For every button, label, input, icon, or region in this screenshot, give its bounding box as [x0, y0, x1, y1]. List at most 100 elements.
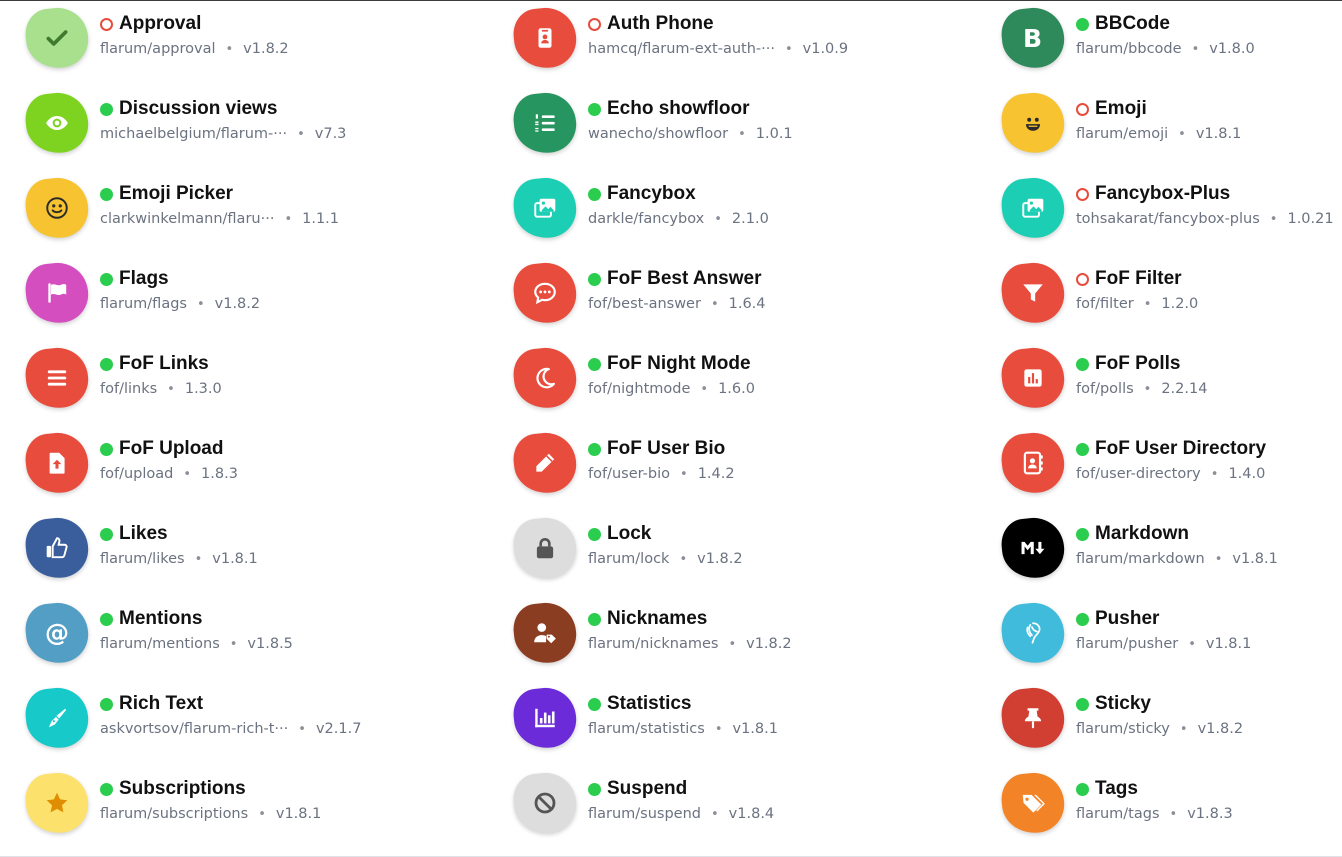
- extension-item[interactable]: Markdown flarum/markdown • v1.8.1: [976, 512, 1342, 582]
- extension-package: hamcq/flarum-ext-auth-···: [588, 41, 775, 57]
- extension-package: flarum/sticky: [1076, 721, 1170, 737]
- extension-item[interactable]: Suspend flarum/suspend • v1.8.4: [488, 767, 948, 837]
- separator-dot: •: [297, 126, 305, 142]
- at-icon: @: [23, 599, 91, 667]
- extension-title: Subscriptions: [119, 778, 246, 799]
- extension-version: v1.8.2: [243, 41, 289, 57]
- extension-item[interactable]: Lock flarum/lock • v1.8.2: [488, 512, 948, 582]
- separator-dot: •: [1214, 551, 1223, 567]
- extension-meta: fof/nightmode • 1.6.0: [588, 381, 755, 397]
- extension-meta: flarum/nicknames • v1.8.2: [588, 636, 792, 652]
- extension-item[interactable]: Echo showfloor wanecho/showfloor • 1.0.1: [488, 87, 948, 157]
- extension-package: flarum/tags: [1076, 806, 1160, 822]
- status-enabled-indicator: [588, 698, 601, 711]
- extension-item[interactable]: Statistics flarum/statistics • v1.8.1: [488, 682, 948, 752]
- separator-dot: •: [167, 381, 175, 397]
- status-enabled-indicator: [100, 443, 113, 456]
- extension-package: fof/user-bio: [588, 466, 671, 482]
- extension-meta: fof/polls • 2.2.14: [1076, 381, 1207, 397]
- extension-item[interactable]: Subscriptions flarum/subscriptions • v1.8.1: [0, 767, 460, 837]
- extension-version: 1.4.2: [697, 466, 735, 482]
- extension-item[interactable]: FoF Links fof/links • 1.3.0: [0, 342, 460, 412]
- extension-version: 1.0.1: [755, 126, 793, 142]
- extension-title: Likes: [119, 523, 168, 544]
- separator-dot: •: [1143, 381, 1152, 397]
- extension-meta: fof/filter • 1.2.0: [1076, 296, 1198, 312]
- extension-package: flarum/markdown: [1076, 551, 1205, 567]
- bold-icon: B: [999, 4, 1067, 72]
- extension-meta: clarkwinkelmann/flaru··· • 1.1.1: [100, 211, 339, 227]
- extension-package: fof/nightmode: [588, 381, 691, 397]
- extension-item[interactable]: FoF Filter fof/filter • 1.2.0: [976, 257, 1342, 327]
- separator-dot: •: [225, 41, 234, 57]
- thumbs-up-icon: [23, 514, 91, 582]
- extension-item[interactable]: Fancybox-Plus tohsakarat/fancybox-plus • 1.…: [976, 172, 1342, 242]
- extension-version: v1.8.3: [1187, 806, 1233, 822]
- extension-item[interactable]: B BBCode flarum/bbcode • v1.8.0: [976, 2, 1342, 72]
- separator-dot: •: [194, 551, 203, 567]
- status-disabled-indicator: [100, 18, 113, 31]
- extension-title: Lock: [607, 523, 652, 544]
- separator-dot: •: [784, 41, 793, 57]
- bars-icon: [23, 344, 91, 412]
- extension-meta: flarum/sticky • v1.8.2: [1076, 721, 1243, 737]
- extension-item[interactable]: Approval flarum/approval • v1.8.2: [0, 2, 460, 72]
- images-icon: [999, 174, 1067, 242]
- extension-meta: wanecho/showfloor • 1.0.1: [588, 126, 793, 142]
- status-disabled-indicator: [1076, 188, 1089, 201]
- extension-package: tohsakarat/fancybox-plus: [1076, 211, 1260, 227]
- extension-item[interactable]: Emoji flarum/emoji • v1.8.1: [976, 87, 1342, 157]
- filter-icon: [999, 259, 1067, 327]
- extension-item[interactable]: FoF Upload fof/upload • 1.8.3: [0, 427, 460, 497]
- extension-meta: flarum/suspend • v1.8.4: [588, 806, 774, 822]
- extension-item[interactable]: Sticky flarum/sticky • v1.8.2: [976, 682, 1342, 752]
- status-enabled-indicator: [100, 698, 113, 711]
- separator-dot: •: [700, 381, 709, 397]
- tags-icon: [999, 769, 1067, 837]
- extension-item[interactable]: Rich Text askvortsov/flarum-rich-t··· • v2.…: [0, 682, 460, 752]
- status-enabled-indicator: [588, 188, 601, 201]
- extension-version: 1.0.21: [1287, 211, 1334, 227]
- extension-item[interactable]: @ Mentions flarum/mentions • v1.8.5: [0, 597, 460, 667]
- extension-version: 1.4.0: [1228, 466, 1266, 482]
- extension-item[interactable]: Likes flarum/likes • v1.8.1: [0, 512, 460, 582]
- extension-meta: askvortsov/flarum-rich-t··· • v2.1.7: [100, 721, 361, 737]
- status-enabled-indicator: [100, 783, 113, 796]
- extension-version: v1.8.1: [1232, 551, 1278, 567]
- flag-icon: [23, 259, 91, 327]
- extensions-panel: Approval flarum/approval • v1.8.2 Auth Phone…: [0, 0, 1342, 857]
- extension-title: Fancybox: [607, 183, 696, 204]
- extension-item[interactable]: FoF User Directory fof/user-directory • 1.4…: [976, 427, 1342, 497]
- extension-title: Discussion views: [119, 98, 278, 119]
- extension-title: FoF Links: [119, 353, 209, 374]
- status-enabled-indicator: [588, 273, 601, 286]
- extension-item[interactable]: Pusher flarum/pusher • v1.8.1: [976, 597, 1342, 667]
- extension-package: flarum/bbcode: [1076, 41, 1182, 57]
- extension-meta: flarum/likes • v1.8.1: [100, 551, 258, 567]
- extension-meta: flarum/mentions • v1.8.5: [100, 636, 293, 652]
- extension-meta: fof/upload • 1.8.3: [100, 466, 238, 482]
- extension-version: 2.1.0: [731, 211, 769, 227]
- status-disabled-indicator: [588, 18, 601, 31]
- extension-item[interactable]: FoF Polls fof/polls • 2.2.14: [976, 342, 1342, 412]
- extension-item[interactable]: Fancybox darkle/fancybox • 2.1.0: [488, 172, 948, 242]
- extension-item[interactable]: Auth Phone hamcq/flarum-ext-auth-··· • v1.0…: [488, 2, 948, 72]
- status-enabled-indicator: [1076, 358, 1089, 371]
- extension-package: flarum/subscriptions: [100, 806, 249, 822]
- poll-icon: [999, 344, 1067, 412]
- extension-item[interactable]: FoF Best Answer fof/best-answer • 1.6.4: [488, 257, 948, 327]
- extension-item[interactable]: FoF User Bio fof/user-bio • 1.4.2: [488, 427, 948, 497]
- extension-title: Nicknames: [607, 608, 708, 629]
- separator-dot: •: [680, 466, 688, 482]
- extension-item[interactable]: Discussion views michaelbelgium/flarum-··…: [0, 87, 460, 157]
- extension-item[interactable]: Flags flarum/flags • v1.8.2: [0, 257, 460, 327]
- extension-item[interactable]: Nicknames flarum/nicknames • v1.8.2: [488, 597, 948, 667]
- extension-item[interactable]: FoF Night Mode fof/nightmode • 1.6.0: [488, 342, 948, 412]
- extension-meta: tohsakarat/fancybox-plus • 1.0.21: [1076, 211, 1334, 227]
- status-enabled-indicator: [588, 103, 601, 116]
- extension-item[interactable]: Tags flarum/tags • v1.8.3: [976, 767, 1342, 837]
- extension-item[interactable]: Emoji Picker clarkwinkelmann/flaru··· • 1.1…: [0, 172, 460, 242]
- separator-dot: •: [728, 636, 737, 652]
- extension-package: flarum/emoji: [1076, 126, 1169, 142]
- status-enabled-indicator: [1076, 528, 1089, 541]
